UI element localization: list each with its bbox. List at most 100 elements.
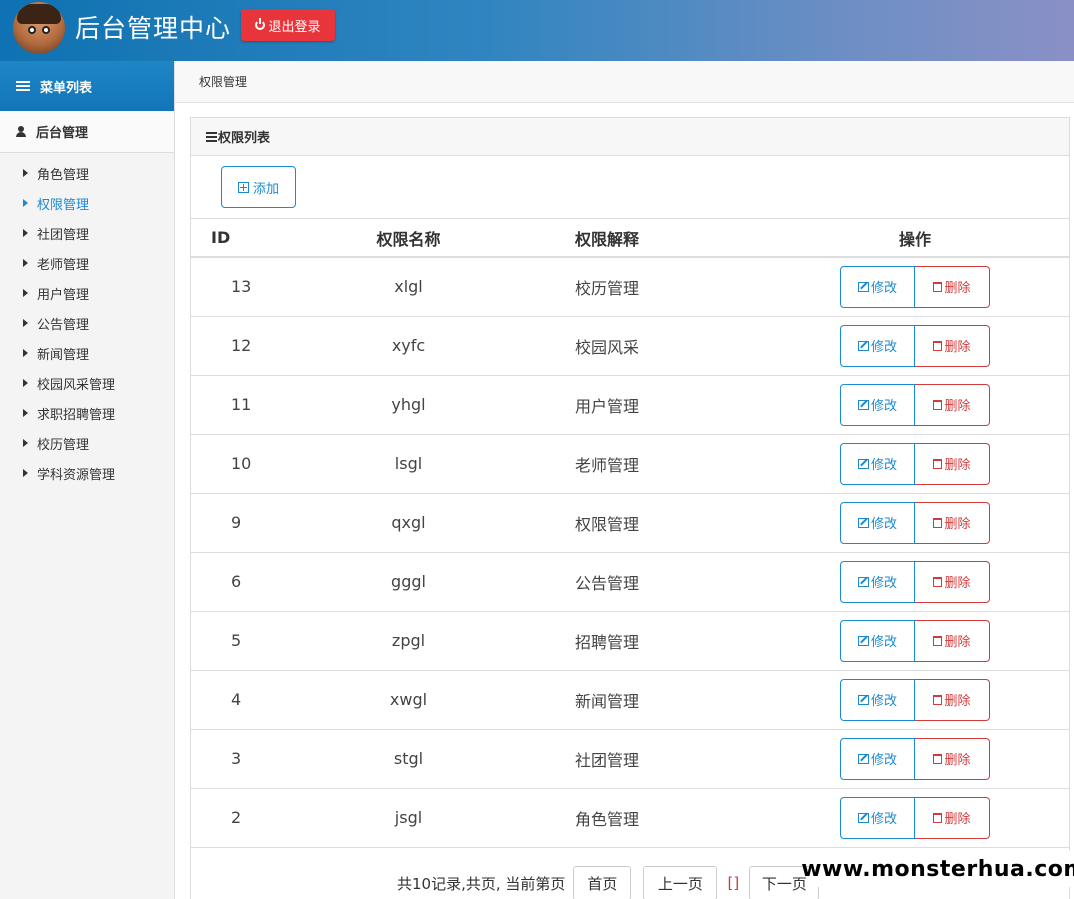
trash-icon xyxy=(933,399,943,410)
sidebar-item[interactable]: 权限管理 xyxy=(0,188,174,218)
sidebar-item[interactable]: 校历管理 xyxy=(0,428,174,458)
delete-button[interactable]: 删除 xyxy=(915,265,990,308)
prev-page-button[interactable]: 上一页 xyxy=(643,866,718,899)
add-button[interactable]: 添加 xyxy=(221,166,296,208)
delete-label: 删除 xyxy=(944,281,971,297)
cell-id: 4 xyxy=(191,670,291,730)
cell-id: 3 xyxy=(191,729,291,789)
edit-label: 修改 xyxy=(870,281,897,297)
table-row: 3 stgl 社团管理 修改 删除 xyxy=(191,729,1069,789)
sidebar-item-label: 校历管理 xyxy=(37,437,90,453)
edit-button[interactable]: 修改 xyxy=(840,383,915,426)
delete-button[interactable]: 删除 xyxy=(915,796,990,839)
sidebar-item[interactable]: 社团管理 xyxy=(0,218,174,248)
trash-icon xyxy=(933,517,943,528)
bars-icon xyxy=(206,132,217,142)
sidebar-item-label: 老师管理 xyxy=(37,257,90,273)
delete-button[interactable]: 删除 xyxy=(915,737,990,780)
trash-icon xyxy=(933,635,943,646)
column-header-name: 权限名称 xyxy=(291,219,526,258)
sidebar-item-label: 学科资源管理 xyxy=(37,467,116,483)
cell-actions: 修改 删除 xyxy=(761,729,1069,789)
edit-button[interactable]: 修改 xyxy=(840,501,915,544)
add-label: 添加 xyxy=(252,181,279,197)
sidebar-item-label: 求职招聘管理 xyxy=(37,407,116,423)
edit-label: 修改 xyxy=(870,340,897,355)
cell-name: stgl xyxy=(291,729,526,789)
logout-label: 退出登录 xyxy=(268,19,321,35)
cell-id: 12 xyxy=(191,316,291,376)
edit-button[interactable]: 修改 xyxy=(840,265,915,308)
panel-header: 权限列表 xyxy=(191,118,1069,156)
edit-label: 修改 xyxy=(870,812,897,827)
edit-button[interactable]: 修改 xyxy=(840,442,915,485)
sidebar-item[interactable]: 求职招聘管理 xyxy=(0,398,174,428)
cell-name: qxgl xyxy=(291,493,526,553)
cell-name: xyfc xyxy=(291,316,526,376)
trash-icon xyxy=(933,753,943,764)
table-header-row: ID 权限名称 权限解释 操作 xyxy=(191,219,1069,258)
sidebar-item-label: 公告管理 xyxy=(37,317,90,333)
delete-button[interactable]: 删除 xyxy=(915,560,990,603)
trash-icon xyxy=(933,340,943,351)
cell-id: 10 xyxy=(191,434,291,494)
delete-button[interactable]: 删除 xyxy=(915,383,990,426)
permission-table: ID 权限名称 权限解释 操作 13 xlgl 校历管理 修改 删除 12 xyfc 校园风采… xyxy=(191,219,1069,848)
edit-label: 修改 xyxy=(870,694,897,709)
edit-icon xyxy=(857,281,869,292)
cell-desc: 招聘管理 xyxy=(526,611,761,671)
edit-label: 修改 xyxy=(870,458,897,473)
table-row: 5 zpgl 招聘管理 修改 删除 xyxy=(191,611,1069,671)
cell-name: xlgl xyxy=(291,257,526,317)
permission-panel: 权限列表 添加 ID 权限名称 权限解释 操作 13 xlgl 校历管理 修改 删除 12… xyxy=(190,117,1070,899)
edit-button[interactable]: 修改 xyxy=(840,678,915,721)
cell-actions: 修改 删除 xyxy=(761,788,1069,848)
delete-label: 删除 xyxy=(944,517,971,532)
delete-button[interactable]: 删除 xyxy=(915,678,990,721)
sidebar-group-admin[interactable]: 后台管理 xyxy=(0,111,174,153)
delete-label: 删除 xyxy=(944,399,971,414)
cell-desc: 社团管理 xyxy=(526,729,761,789)
caret-right-icon xyxy=(23,349,28,357)
sidebar-item[interactable]: 公告管理 xyxy=(0,308,174,338)
delete-button[interactable]: 删除 xyxy=(915,619,990,662)
caret-right-icon xyxy=(23,409,28,417)
cell-desc: 角色管理 xyxy=(526,788,761,848)
edit-button[interactable]: 修改 xyxy=(840,619,915,662)
menu-header: 菜单列表 xyxy=(0,61,174,111)
first-page-button[interactable]: 首页 xyxy=(573,866,632,899)
edit-button[interactable]: 修改 xyxy=(840,560,915,603)
logout-button[interactable]: 退出登录 xyxy=(241,9,335,41)
page-number-bracket[interactable]: [] xyxy=(723,874,743,892)
cell-desc: 老师管理 xyxy=(526,434,761,494)
sidebar-item-label: 社团管理 xyxy=(37,227,90,243)
delete-button[interactable]: 删除 xyxy=(915,442,990,485)
sidebar-item[interactable]: 老师管理 xyxy=(0,248,174,278)
delete-label: 删除 xyxy=(944,576,971,591)
delete-label: 删除 xyxy=(944,753,971,768)
sidebar: 菜单列表 后台管理 角色管理 权限管理社团管理老师管理用户管理公告管理新闻管理 校园… xyxy=(0,61,175,899)
sidebar-item[interactable]: 用户管理 xyxy=(0,278,174,308)
cell-desc: 校历管理 xyxy=(526,257,761,317)
column-header-id: ID xyxy=(191,219,291,258)
edit-button[interactable]: 修改 xyxy=(840,737,915,780)
cell-name: xwgl xyxy=(291,670,526,730)
edit-button[interactable]: 修改 xyxy=(840,324,915,367)
caret-right-icon xyxy=(23,259,28,267)
sidebar-item[interactable]: 校园风采管理 xyxy=(0,368,174,398)
sidebar-item[interactable]: 学科资源管理 xyxy=(0,458,174,488)
sidebar-item[interactable]: 角色管理 xyxy=(0,158,174,188)
list-icon xyxy=(16,80,30,92)
edit-icon xyxy=(857,694,869,705)
table-row: 9 qxgl 权限管理 修改 删除 xyxy=(191,493,1069,553)
sidebar-item[interactable]: 新闻管理 xyxy=(0,338,174,368)
edit-button[interactable]: 修改 xyxy=(840,796,915,839)
delete-button[interactable]: 删除 xyxy=(915,501,990,544)
power-icon xyxy=(255,18,266,30)
table-row: 12 xyfc 校园风采 修改 删除 xyxy=(191,316,1069,376)
delete-button[interactable]: 删除 xyxy=(915,324,990,367)
cell-id: 9 xyxy=(191,493,291,553)
table-row: 2 jsgl 角色管理 修改 删除 xyxy=(191,788,1069,848)
trash-icon xyxy=(933,694,943,705)
caret-right-icon xyxy=(23,199,28,207)
